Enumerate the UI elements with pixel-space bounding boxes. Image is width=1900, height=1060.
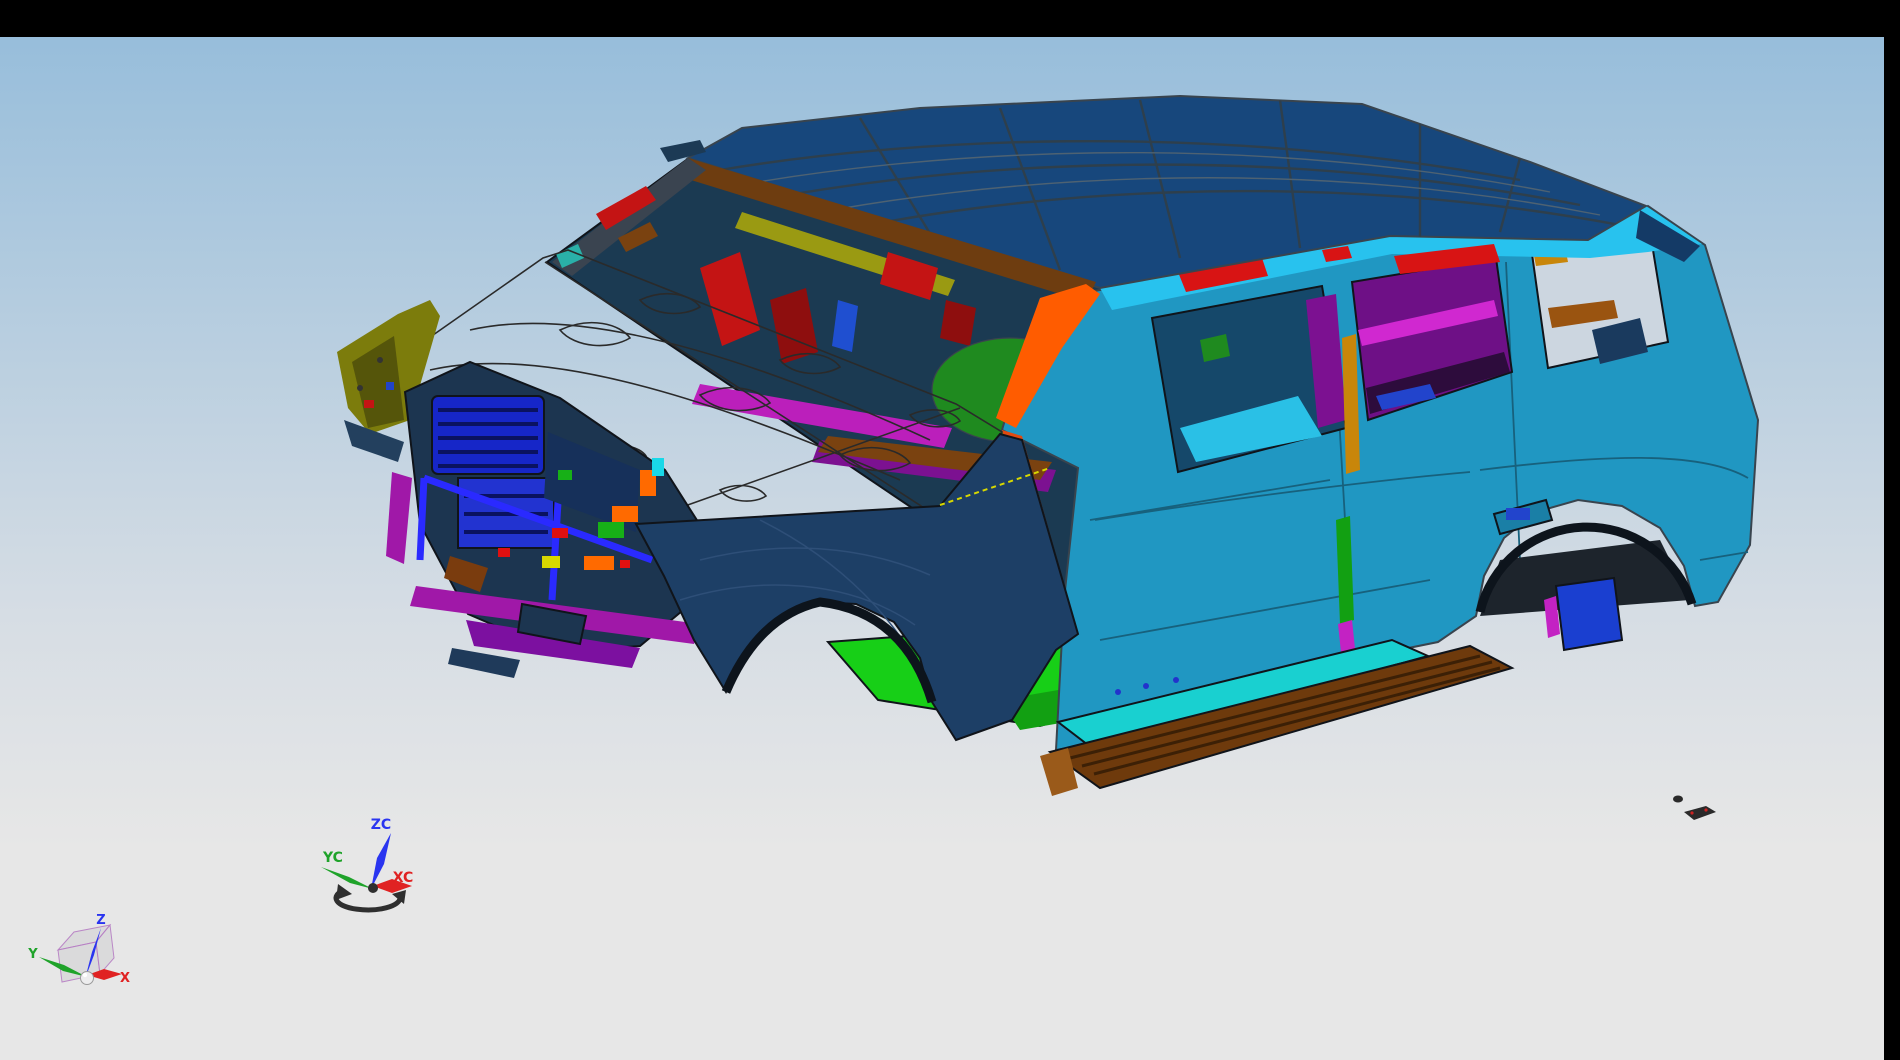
wcs-triad[interactable]: ZC YC XC [321, 817, 413, 910]
datum-csys[interactable]: Z Y X [27, 913, 130, 986]
cad-scene[interactable]: ZC YC XC Z Y X [0, 0, 1900, 1060]
window-top-bar [0, 0, 1900, 37]
window-right-bar [1884, 0, 1900, 1060]
left-fender-hole-2 [377, 357, 383, 363]
wcs-x-label: XC [393, 870, 414, 886]
green-clip-1[interactable] [598, 522, 624, 538]
loose-part-red-dot-1 [1690, 811, 1693, 814]
bumper-magenta-vertical[interactable] [386, 472, 412, 564]
front-clip[interactable] [386, 362, 700, 678]
cyan-clip[interactable] [652, 458, 664, 476]
air-dam-flap[interactable] [448, 648, 520, 678]
loose-parts[interactable] [1673, 796, 1716, 821]
csys-z-label: Z [96, 913, 105, 928]
wcs-y-label: YC [322, 850, 343, 866]
csys-x-label: X [120, 971, 130, 986]
yellow-clip[interactable] [542, 556, 560, 568]
red-clip-3[interactable] [620, 560, 630, 568]
csys-origin-ball-highlight [83, 973, 87, 977]
front-fender-assembly[interactable] [636, 434, 1078, 740]
loose-part-red-dot-2 [1704, 808, 1707, 811]
grill-slat-panel[interactable] [432, 396, 544, 474]
loose-part-nut[interactable] [1673, 796, 1683, 803]
left-fender-red-speck[interactable] [364, 400, 374, 408]
red-clip-1[interactable] [552, 528, 568, 538]
door-dot-3 [1173, 677, 1179, 683]
red-clip-2[interactable] [498, 548, 510, 557]
loose-part-bracket[interactable] [1684, 806, 1716, 820]
wcs-z-label: ZC [371, 817, 391, 833]
csys-y-label: Y [27, 947, 38, 962]
green-clip-2[interactable] [558, 470, 572, 480]
left-fender-blue-speck[interactable] [386, 382, 394, 390]
wcs-rotation-arrowhead-1[interactable] [336, 884, 352, 900]
wcs-y-axis-arrow[interactable] [321, 867, 373, 889]
car-body-model[interactable] [337, 96, 1758, 820]
rear-wheelhouse-blue[interactable] [1556, 578, 1622, 650]
csys-origin-ball[interactable] [81, 972, 94, 985]
door-handle-blue[interactable] [1506, 508, 1530, 520]
left-fender-hole-1 [357, 385, 363, 391]
door-dot-2 [1143, 683, 1149, 689]
wcs-origin-knob[interactable] [368, 883, 378, 893]
graphics-window[interactable]: ZC YC XC Z Y X [0, 0, 1884, 1060]
orange-bracket-1[interactable] [612, 506, 638, 522]
door-dot-1 [1115, 689, 1121, 695]
interior-dark-red-bracket[interactable] [940, 300, 976, 346]
orange-bracket-3[interactable] [584, 556, 614, 570]
